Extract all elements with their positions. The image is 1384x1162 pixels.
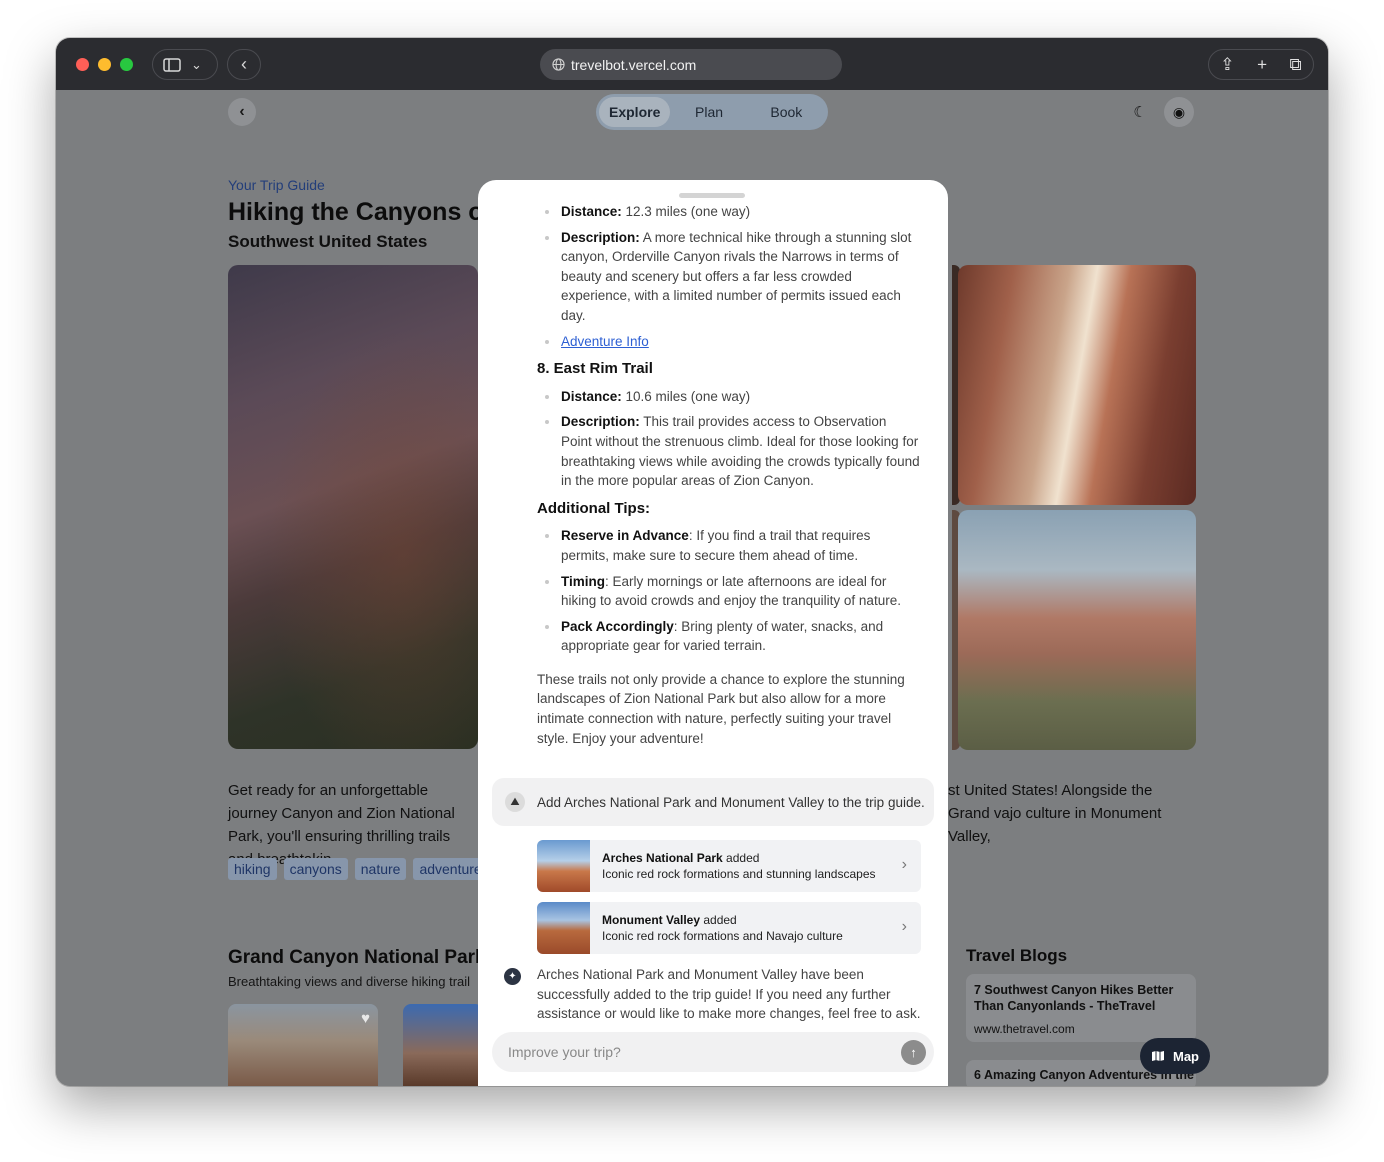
chat-composer: ↑ xyxy=(492,1032,934,1072)
sidebar-icon xyxy=(163,57,181,72)
browser-window: ⌄ ‹ trevelbot.vercel.com ⇪ + ⧉ ‹ Explore… xyxy=(56,38,1328,1086)
tips-heading: Additional Tips: xyxy=(537,499,651,517)
tag-adventure[interactable]: adventure xyxy=(413,858,488,880)
user-message: ⛰ Add Arches National Park and Monument … xyxy=(492,778,934,826)
sidebar-toggle-button[interactable]: ⌄ xyxy=(152,49,218,80)
back-button[interactable]: ‹ xyxy=(228,98,256,126)
chevron-down-icon: ⌄ xyxy=(191,56,202,72)
minimize-window-button[interactable] xyxy=(98,58,111,71)
map-button-label: Map xyxy=(1173,1048,1199,1064)
new-tab-icon[interactable]: + xyxy=(1257,55,1267,75)
url-text: trevelbot.vercel.com xyxy=(571,56,697,73)
added-place-card[interactable]: Monument Valley added Iconic red rock fo… xyxy=(537,902,921,954)
assistant-avatar-icon: ✦ xyxy=(504,968,521,985)
page-subtitle: Southwest United States xyxy=(228,232,428,251)
tag-nature[interactable]: nature xyxy=(354,858,407,880)
arches-thumbnail xyxy=(537,840,590,892)
intro-text-right: st United States! Alongside the Grand va… xyxy=(948,782,1162,845)
chevron-right-icon: › xyxy=(901,918,907,935)
blogs-title: Travel Blogs xyxy=(966,946,1068,965)
tab-plan[interactable]: Plan xyxy=(670,97,747,127)
blog-title: 7 Southwest Canyon Hikes Better Than Can… xyxy=(974,983,1174,1013)
app-navbar: ‹ Explore Plan Book ☾ ◉ xyxy=(56,90,1328,136)
monument-valley-thumbnail xyxy=(537,902,590,954)
tab-switcher: Explore Plan Book xyxy=(596,94,828,130)
assistant-message: ✦ Arches National Park and Monument Vall… xyxy=(504,965,927,1024)
sheet-grabber[interactable] xyxy=(679,193,745,198)
card-text: Arches National Park added Iconic red ro… xyxy=(602,851,876,881)
tag-list: hiking canyons nature adventure xyxy=(228,858,488,880)
tabs-overview-icon[interactable]: ⧉ xyxy=(1290,55,1302,75)
address-bar[interactable]: trevelbot.vercel.com xyxy=(540,49,842,80)
tag-canyons[interactable]: canyons xyxy=(283,858,348,880)
browser-toolbar: ⌄ ‹ trevelbot.vercel.com ⇪ + ⧉ xyxy=(56,38,1328,90)
blog-card[interactable]: 7 Southwest Canyon Hikes Better Than Can… xyxy=(966,974,1196,1042)
assistant-message-text: Arches National Park and Monument Valley… xyxy=(537,967,921,1022)
map-icon xyxy=(1152,1051,1164,1061)
user-circle-icon[interactable]: ◉ xyxy=(1164,97,1194,127)
adventure-info-link[interactable]: Adventure Info xyxy=(561,334,649,349)
card-text: Monument Valley added Iconic red rock fo… xyxy=(602,913,843,943)
list-item: Pack Accordingly: Bring plenty of water,… xyxy=(478,617,948,656)
blog-url: www.thetravel.com xyxy=(974,1022,1075,1036)
list-item: Description: This trail provides access … xyxy=(478,412,948,490)
globe-icon xyxy=(552,58,565,71)
grand-canyon-photo xyxy=(228,265,478,749)
browser-actions: ⇪ + ⧉ xyxy=(1208,49,1314,80)
tag-hiking[interactable]: hiking xyxy=(228,858,277,880)
close-window-button[interactable] xyxy=(76,58,89,71)
list-item: Distance: 10.6 miles (one way) xyxy=(478,387,948,407)
slot-canyon-photo xyxy=(958,265,1196,505)
tab-explore[interactable]: Explore xyxy=(599,97,671,127)
list-item: Reserve in Advance: If you find a trail … xyxy=(478,526,948,565)
tab-book[interactable]: Book xyxy=(748,97,825,127)
page-kicker: Your Trip Guide xyxy=(228,177,325,193)
list-item: Description: A more technical hike throu… xyxy=(478,228,948,326)
chat-transcript: Distance: 12.3 miles (one way) Descripti… xyxy=(478,202,948,748)
arrow-up-icon: ↑ xyxy=(910,1045,917,1060)
added-place-card[interactable]: Arches National Park added Iconic red ro… xyxy=(537,840,921,892)
page-content: ‹ Explore Plan Book ☾ ◉ Your Trip Guide … xyxy=(56,90,1328,1086)
closing-text: These trails not only provide a chance t… xyxy=(537,671,905,746)
zoom-window-button[interactable] xyxy=(120,58,133,71)
section-title: Grand Canyon National Parl xyxy=(228,947,481,968)
section-subtitle: Breathtaking views and diverse hiking tr… xyxy=(228,974,471,989)
chevron-right-icon: › xyxy=(901,856,907,873)
trail-thumbnail[interactable]: ♥ xyxy=(228,1004,378,1086)
list-item: Adventure Info xyxy=(478,332,948,352)
heart-icon[interactable]: ♥ xyxy=(361,1010,370,1027)
chat-sheet: Distance: 12.3 miles (one way) Descripti… xyxy=(478,180,948,1086)
browser-back-button[interactable]: ‹ xyxy=(227,49,261,80)
chevron-left-icon: ‹ xyxy=(241,54,247,74)
share-icon[interactable]: ⇪ xyxy=(1220,55,1234,75)
trail-thumbnail[interactable] xyxy=(403,1004,483,1086)
hiker-icon: ⛰ xyxy=(505,792,525,812)
user-message-text: Add Arches National Park and Monument Va… xyxy=(537,794,925,810)
page-title: Hiking the Canyons of xyxy=(228,198,492,226)
chat-input[interactable] xyxy=(508,1032,888,1072)
trail-heading: 8. East Rim Trail xyxy=(537,360,653,378)
list-item: Timing: Early mornings or late afternoon… xyxy=(478,572,948,611)
send-button[interactable]: ↑ xyxy=(901,1040,926,1065)
moon-icon[interactable]: ☾ xyxy=(1128,100,1152,124)
chevron-left-icon: ‹ xyxy=(239,103,245,120)
list-item: Distance: 12.3 miles (one way) xyxy=(478,202,948,222)
map-button[interactable]: Map xyxy=(1140,1038,1210,1074)
hiker-rock-photo xyxy=(958,510,1196,750)
